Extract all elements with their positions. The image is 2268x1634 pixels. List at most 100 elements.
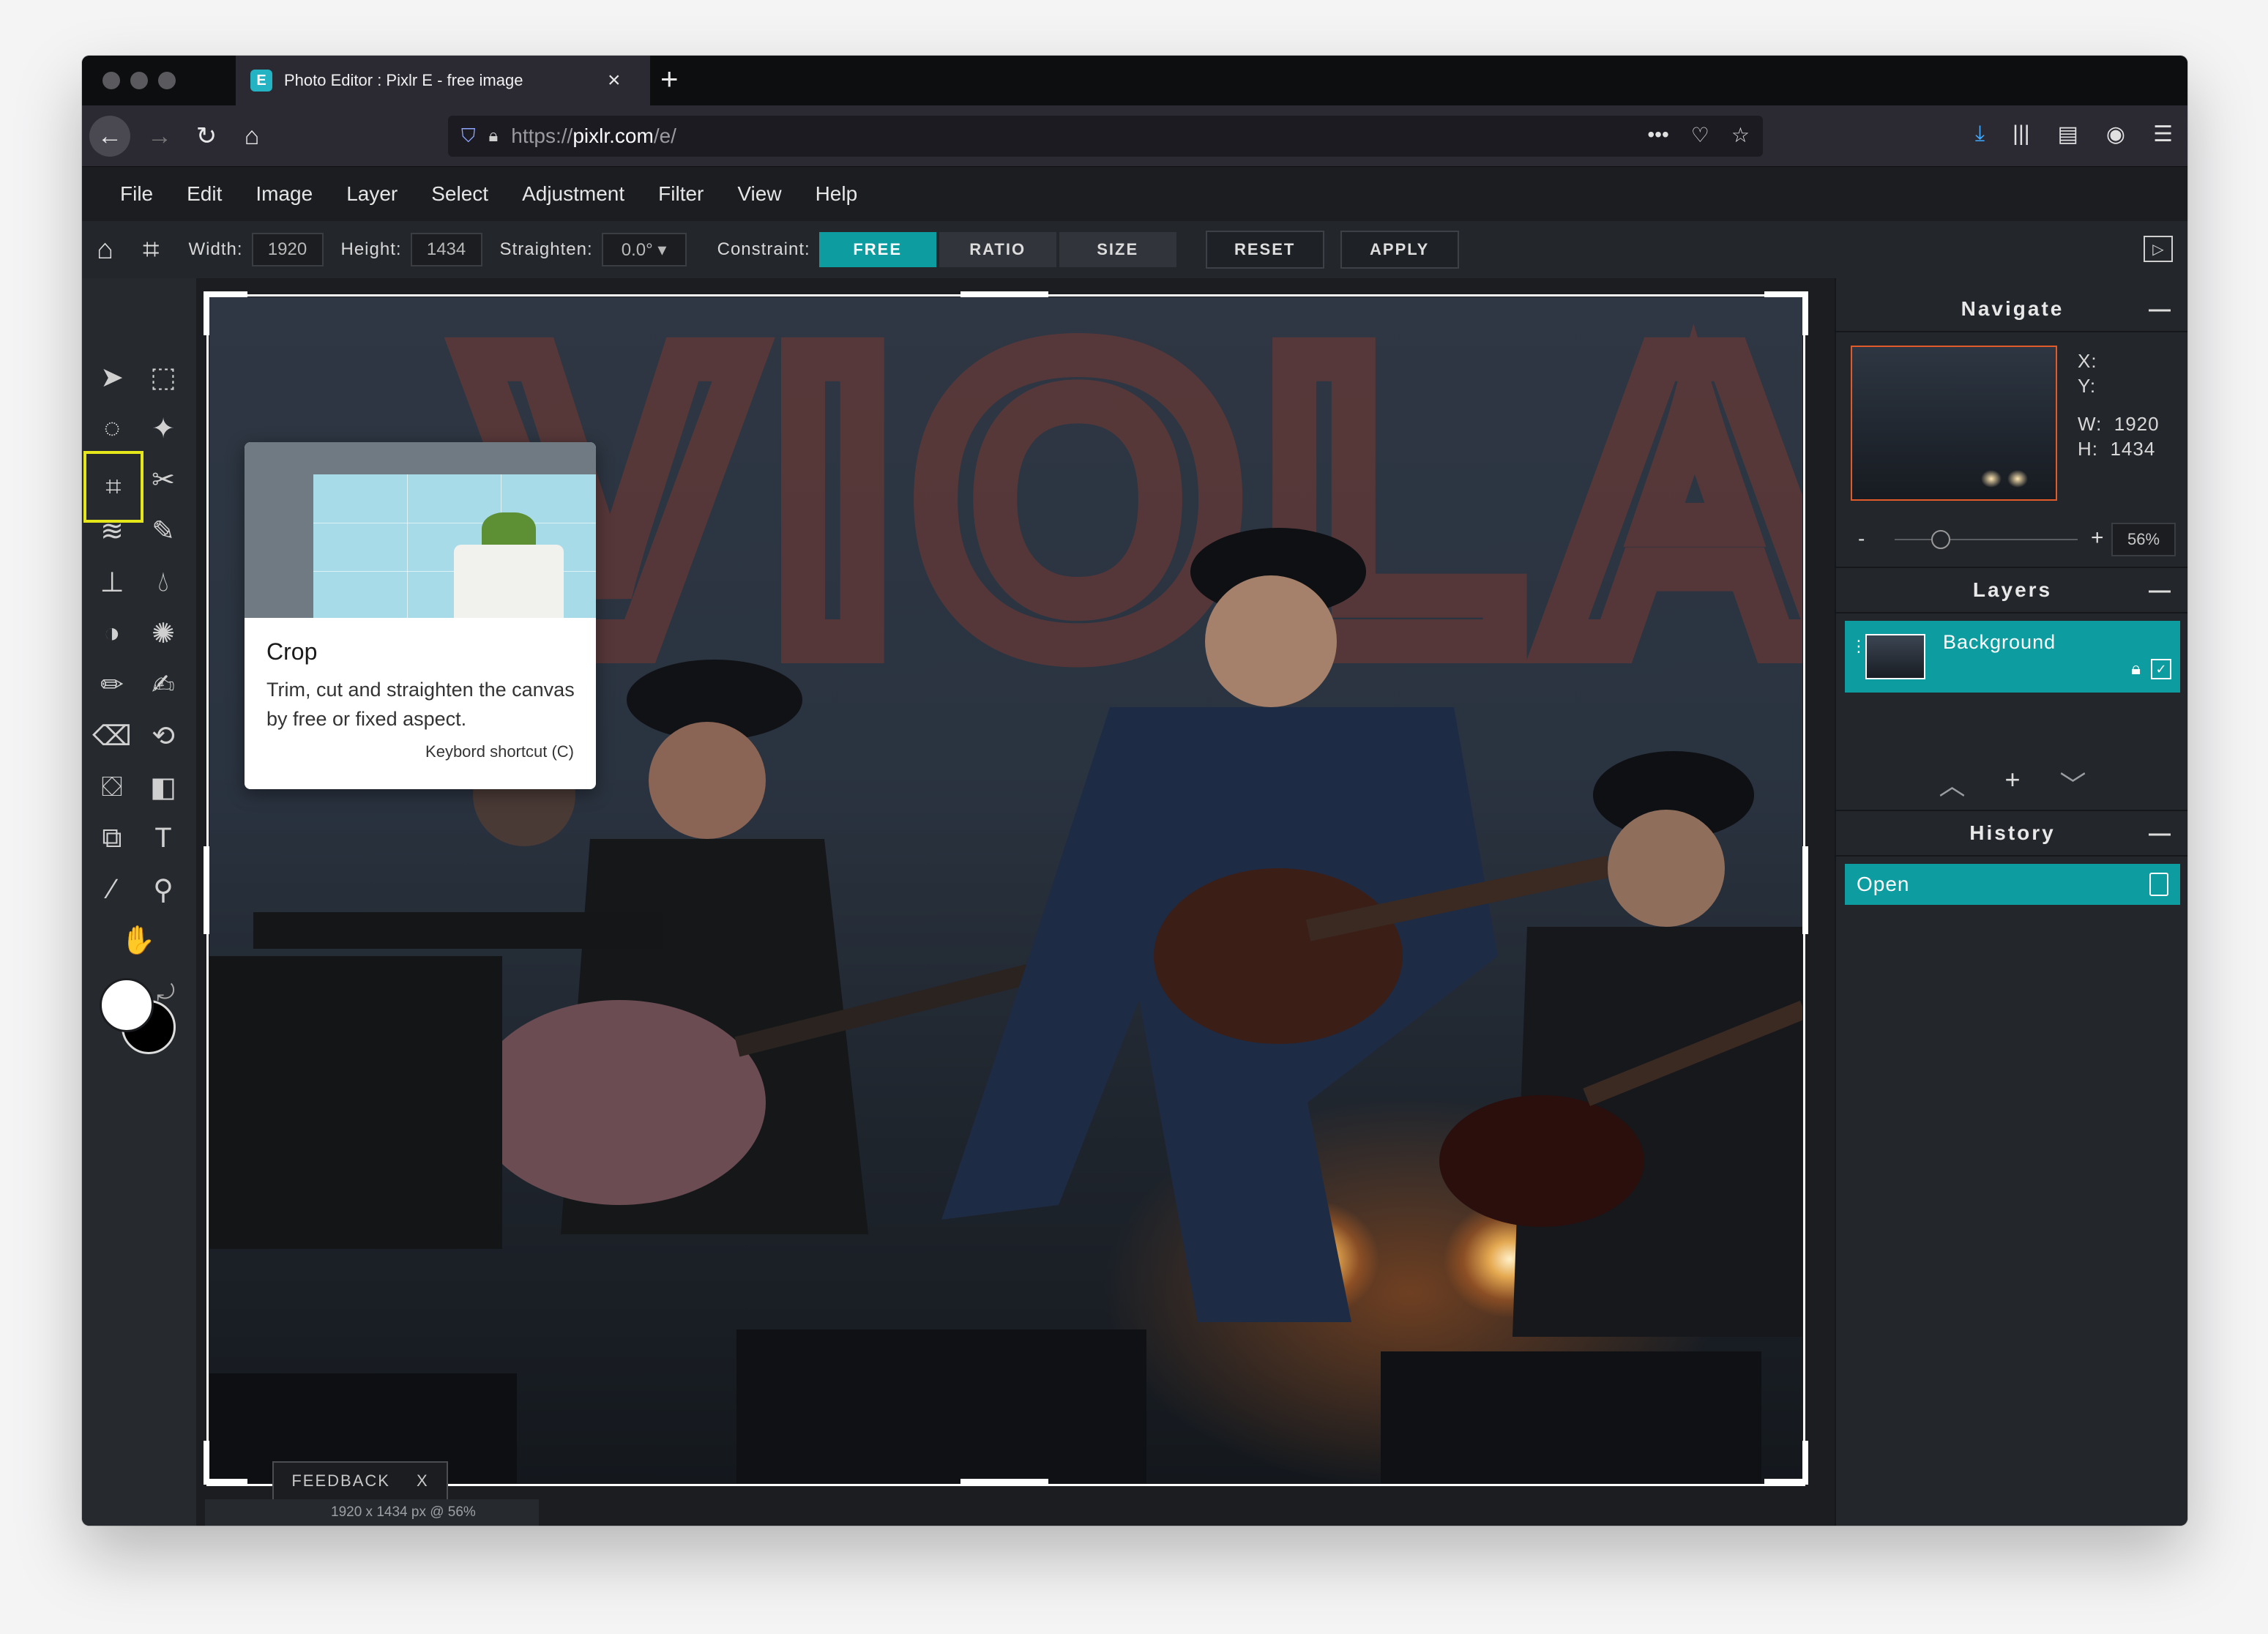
reload-button[interactable]: ↻ [186,116,227,157]
color-picker-icon[interactable]: ⁄ [89,867,135,912]
swap-colors-icon[interactable]: ⤾ [157,981,175,1006]
crop-handle-top[interactable] [960,291,1048,297]
brush-icon[interactable]: ✏ [89,662,135,707]
collapse-navigate-icon[interactable]: — [2149,297,2173,322]
constraint-free-button[interactable]: FREE [818,232,936,267]
move-layer-up-icon[interactable]: ︿ [1939,764,1965,802]
straighten-select[interactable]: 0.0° ▾ [601,233,687,266]
navigator-thumbnail[interactable] [1851,346,2057,501]
zoom-slider-handle[interactable] [1931,530,1950,549]
drag-handle-icon[interactable]: ⋮ [1851,638,1867,654]
downloads-icon[interactable]: ⤓ [1975,122,1985,147]
constraint-size-button[interactable]: SIZE [1059,232,1176,267]
height-input[interactable]: 1434 [410,233,482,266]
blur-icon[interactable]: 💧︎ [141,559,186,605]
zoom-value[interactable]: 56% [2111,523,2176,556]
browser-tab[interactable]: E Photo Editor : Pixlr E - free image × [236,56,650,105]
account-icon[interactable]: ◉ [2106,122,2125,147]
pocket-icon[interactable]: ♡ [1691,123,1709,147]
menu-view[interactable]: View [737,182,781,206]
foreground-color-swatch[interactable] [100,978,154,1032]
feedback-close-icon[interactable]: X [417,1471,429,1491]
feedback-tab[interactable]: FEEDBACK X [272,1461,448,1499]
menu-help[interactable]: Help [816,182,858,206]
history-item-label: Open [1857,873,1910,895]
hand-tool-icon[interactable]: ✋ [116,918,161,963]
close-tab-icon[interactable]: × [608,68,621,93]
crop-handle-bottom-right[interactable] [1802,1441,1808,1485]
url-bar[interactable]: ⛉ 🔒︎ https://pixlr.com/e/ ••• ♡ ☆ [448,116,1763,157]
add-image-icon[interactable]: ⧉ [89,816,135,861]
library-icon[interactable]: ||| [2013,122,2029,147]
history-item[interactable]: Open [1845,864,2180,905]
lasso-icon[interactable]: ◌ [89,406,135,451]
zoom-slider[interactable] [1895,539,2078,540]
crop-handle-bottom-right[interactable] [1764,1479,1808,1485]
menu-layer[interactable]: Layer [346,182,398,206]
arrange-tool-icon[interactable]: ➤ [89,354,135,400]
reset-button[interactable]: RESET [1205,231,1324,269]
menu-adjustment[interactable]: Adjustment [522,182,624,206]
minimize-window-button[interactable] [130,72,148,89]
add-layer-icon[interactable]: + [2004,764,2020,802]
marquee-select-icon[interactable]: ⬚ [141,354,186,400]
cutout-icon[interactable]: ✂ [141,457,186,502]
zoom-out-button[interactable]: - [1858,527,1865,551]
page-actions-icon[interactable]: ••• [1647,123,1668,147]
forward-button[interactable]: → [139,116,180,157]
new-tab-button[interactable]: + [660,61,679,97]
zoom-tool-icon[interactable]: ⚲ [141,867,186,912]
hamburger-menu-icon[interactable]: ☰ [2153,122,2173,147]
menu-file[interactable]: File [120,182,153,206]
crop-handle-bottom-left[interactable] [204,1479,247,1485]
crop-handle-right[interactable] [1802,846,1808,934]
zoom-in-button[interactable]: + [2091,526,2104,551]
shape-icon[interactable]: ◧ [141,764,186,810]
heal-icon[interactable]: ✎ [141,508,186,553]
crop-handle-bottom-left[interactable] [204,1441,209,1485]
eraser-icon[interactable]: ⌫ [89,713,135,758]
browser-tab-bar: E Photo Editor : Pixlr E - free image × … [82,56,2187,105]
toggle-panel-icon[interactable]: ▷ [2144,236,2173,262]
text-tool-icon[interactable]: T [141,816,186,861]
magic-wand-icon[interactable]: ✦ [141,406,186,451]
menu-image[interactable]: Image [255,182,313,206]
tracking-shield-icon[interactable]: ⛉ [461,124,476,148]
collapse-layers-icon[interactable]: — [2149,578,2173,603]
back-button[interactable]: ← [89,116,130,157]
menu-select[interactable]: Select [431,182,488,206]
menu-filter[interactable]: Filter [658,182,704,206]
move-layer-down-icon[interactable]: ﹀ [2060,764,2086,802]
constraint-ratio-button[interactable]: RATIO [939,232,1056,267]
crop-handle-left[interactable] [204,846,209,934]
tooltip-shortcut: Keybord shortcut (C) [425,742,574,761]
tab-title: Photo Editor : Pixlr E - free image [284,71,523,89]
home-button[interactable]: ⌂ [231,116,272,157]
crop-handle-top-left[interactable] [204,291,247,297]
layer-visibility-checkbox[interactable]: ✓ [2151,659,2171,679]
crop-handle-bottom[interactable] [960,1479,1048,1485]
crop-handle-top-right[interactable] [1802,291,1808,335]
collapse-history-icon[interactable]: — [2149,821,2173,846]
menu-edit[interactable]: Edit [187,182,222,206]
paint-bucket-icon[interactable]: ⛋ [89,764,135,810]
lock-icon[interactable]: 🔒︎ [2131,659,2141,679]
layer-item[interactable]: ⋮ Background 🔒︎ ✓ [1845,621,2180,693]
replace-color-icon[interactable]: ⟲ [141,713,186,758]
dodge-burn-icon[interactable]: ◑ [89,611,135,656]
width-input[interactable]: 1920 [251,233,324,266]
navigate-title: Navigate [1961,297,2064,320]
sidebar-icon[interactable]: ▤ [2058,122,2078,147]
liquify-icon[interactable]: ≋ [89,508,135,553]
crop-handle-top-left[interactable] [204,291,209,335]
apply-button[interactable]: APPLY [1340,231,1459,269]
bookmark-star-icon[interactable]: ☆ [1731,123,1750,147]
home-icon[interactable]: ⌂ [97,234,113,266]
maximize-window-button[interactable] [158,72,176,89]
clone-stamp-icon[interactable]: ⊥ [89,559,135,605]
close-window-button[interactable] [102,72,120,89]
crop-handle-top-right[interactable] [1764,291,1808,297]
pencil-icon[interactable]: ✍ [141,662,186,707]
lock-icon[interactable]: 🔒︎ [489,126,499,146]
sponge-icon[interactable]: ✺ [141,611,186,656]
